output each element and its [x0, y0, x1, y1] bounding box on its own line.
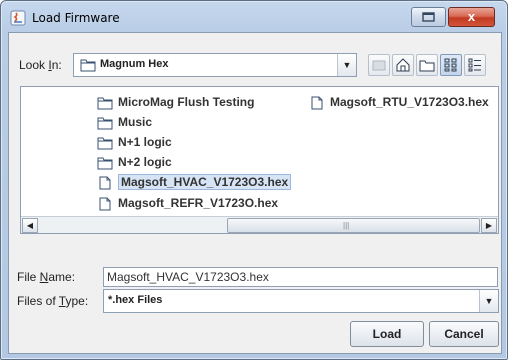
folder-icon [97, 97, 113, 110]
file-list[interactable]: MicroMag Flush Testing Music N+1 logic N… [20, 86, 499, 234]
list-item-selected[interactable]: Magsoft_HVAC_V1723O3.hex [97, 173, 292, 191]
scroll-thumb[interactable]: ||| [227, 218, 480, 233]
list-item[interactable]: Music [97, 113, 152, 131]
list-item[interactable]: N+1 logic [97, 133, 172, 151]
folder-icon [97, 157, 113, 170]
chevron-down-icon[interactable]: ▼ [479, 290, 498, 312]
file-icon [99, 176, 111, 190]
arrow-right-icon: ▶ [485, 221, 493, 230]
details-view-icon [468, 58, 481, 72]
dialog-content: Look In: Magnum Hex ▼ MicroMag Flush Tes… [8, 32, 502, 354]
arrow-left-icon: ◀ [26, 221, 34, 230]
list-view-button[interactable] [440, 54, 462, 76]
list-view-icon [444, 58, 457, 72]
list-item[interactable]: Magsoft_RTU_V1723O3.hex [309, 93, 489, 111]
scroll-right-button[interactable]: ▶ [481, 218, 497, 233]
up-folder-button[interactable] [368, 54, 390, 76]
window-title: Load Firmware [32, 11, 120, 25]
home-button[interactable] [392, 54, 414, 76]
cancel-button[interactable]: Cancel [429, 321, 499, 347]
folder-icon [97, 117, 113, 130]
restore-button[interactable] [411, 7, 446, 27]
file-icon [311, 96, 323, 110]
look-in-label: Look In: [19, 58, 62, 72]
restore-icon [422, 12, 435, 22]
chevron-down-icon[interactable]: ▼ [337, 54, 356, 76]
folder-icon [97, 137, 113, 150]
file-type-label: Files of Type: [17, 294, 89, 308]
new-folder-button[interactable] [416, 54, 438, 76]
title-bar[interactable]: Load Firmware x [1, 1, 507, 35]
list-item[interactable]: N+2 logic [97, 153, 172, 171]
up-folder-icon [372, 60, 386, 71]
file-type-combo[interactable]: *.hex Files ▼ [103, 289, 499, 313]
list-item[interactable]: MicroMag Flush Testing [97, 93, 254, 111]
dialog-window: Load Firmware x Look In: Magnum Hex ▼ Mi… [0, 0, 508, 360]
java-app-icon [10, 10, 26, 26]
home-icon [396, 58, 410, 72]
list-item[interactable]: Magsoft_REFR_V1723O.hex [97, 194, 278, 212]
horizontal-scrollbar[interactable]: ◀ ||| ▶ [21, 216, 498, 233]
file-icon [99, 197, 111, 211]
grip-icon: ||| [343, 221, 350, 230]
folder-icon [80, 59, 96, 72]
close-icon: x [467, 9, 476, 24]
look-in-combo[interactable]: Magnum Hex ▼ [73, 53, 357, 77]
file-name-field[interactable]: Magsoft_HVAC_V1723O3.hex [103, 267, 498, 287]
close-button[interactable]: x [448, 7, 495, 27]
details-view-button[interactable] [464, 54, 486, 76]
file-type-value: *.hex Files [108, 294, 163, 306]
look-in-value: Magnum Hex [100, 58, 169, 70]
new-folder-icon [419, 60, 435, 72]
load-button[interactable]: Load [350, 321, 424, 347]
scroll-left-button[interactable]: ◀ [22, 218, 38, 233]
file-name-label: File Name: [17, 270, 76, 284]
